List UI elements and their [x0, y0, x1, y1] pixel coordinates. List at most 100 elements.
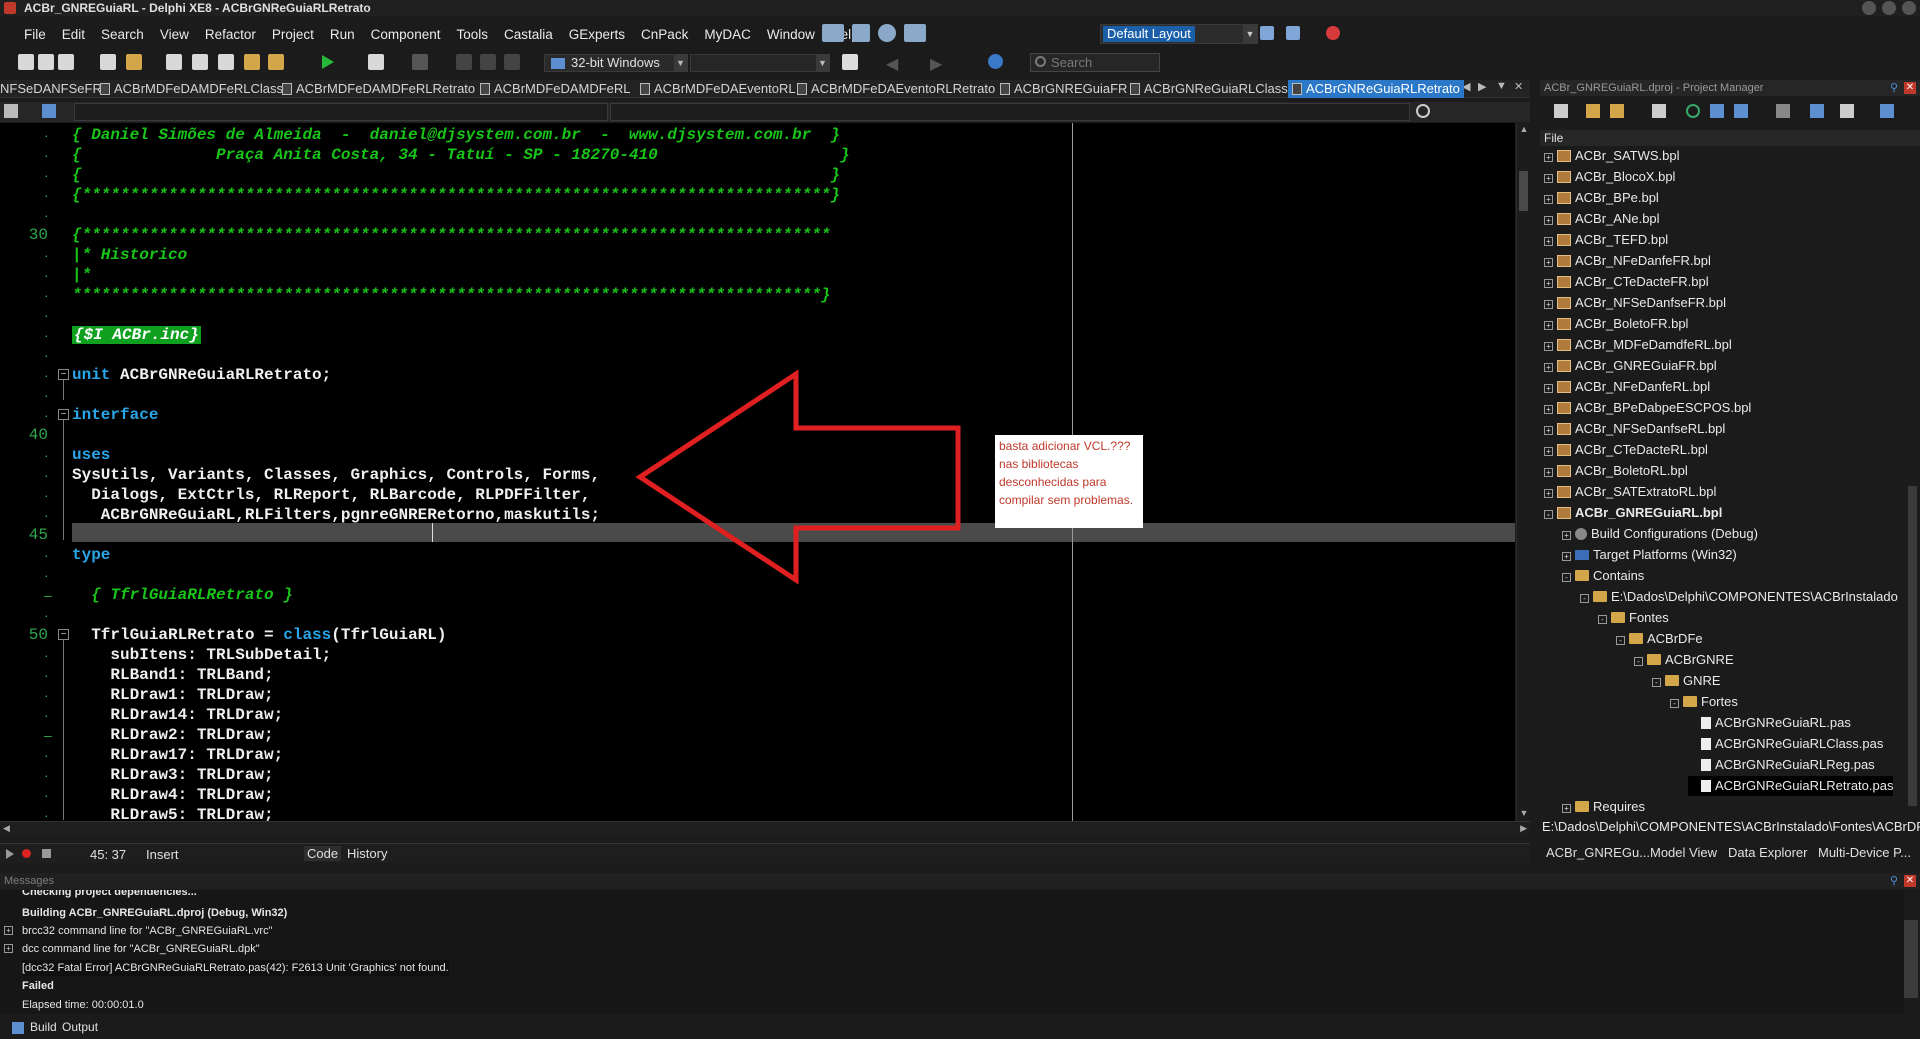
tree-node[interactable]: + ACBr_NFeDanfeFR.bpl: [1544, 251, 1711, 271]
close-tab-icon[interactable]: ✕: [1514, 80, 1523, 93]
save-all-icon[interactable]: [192, 54, 208, 70]
tab-history[interactable]: History: [344, 846, 390, 861]
expand-icon[interactable]: +: [1544, 153, 1553, 162]
tree-node[interactable]: - ACBrGNRE: [1634, 650, 1734, 670]
tree-node[interactable]: - Fontes: [1598, 608, 1669, 628]
tree-node[interactable]: + ACBr_BoletoFR.bpl: [1544, 314, 1688, 334]
project-open-icon[interactable]: [244, 54, 260, 70]
activate-icon[interactable]: [1554, 104, 1568, 118]
tree-node[interactable]: ACBrGNReGuiaRLRetrato.pas: [1688, 776, 1894, 796]
message-line[interactable]: Checking project dependencies...: [22, 890, 197, 900]
expand-icon[interactable]: +: [1544, 174, 1553, 183]
scroll-right-icon[interactable]: ▶: [1520, 823, 1527, 834]
new-form-icon[interactable]: [100, 54, 116, 70]
message-line[interactable]: Elapsed time: 00:00:01.0: [22, 997, 144, 1013]
record-macro-icon[interactable]: [22, 849, 31, 858]
collapse-icon[interactable]: -: [1598, 615, 1607, 624]
file-tab[interactable]: ACBrGNREGuiaFR: [1000, 80, 1127, 98]
tree-node[interactable]: + ACBr_NFeDanfeRL.bpl: [1544, 377, 1710, 397]
scroll-thumb[interactable]: [1908, 486, 1917, 806]
run-without-debug-icon[interactable]: [368, 54, 384, 70]
open-project-icon[interactable]: [58, 54, 74, 70]
close-icon[interactable]: ✕: [1904, 875, 1916, 887]
menu-file[interactable]: File: [16, 24, 54, 46]
run-to-cursor-icon[interactable]: [504, 54, 520, 70]
expand-icon[interactable]: +: [1562, 531, 1571, 540]
close-icon[interactable]: ✕: [1904, 82, 1916, 94]
tree-node[interactable]: - Fortes: [1670, 692, 1738, 712]
expand-icon[interactable]: +: [1562, 552, 1571, 561]
expand-icon[interactable]: +: [1544, 258, 1553, 267]
platform-config-icon[interactable]: [842, 54, 858, 70]
step-over-icon[interactable]: [456, 54, 472, 70]
menu-run[interactable]: Run: [322, 24, 363, 46]
file-tab[interactable]: ACBrGNReGuiaRLRetrato: [1288, 80, 1464, 98]
tree-node[interactable]: + ACBr_BPeDabpeESCPOS.bpl: [1544, 398, 1751, 418]
expand-icon[interactable]: +: [1544, 279, 1553, 288]
expand-icon[interactable]: +: [1544, 489, 1553, 498]
form-icon[interactable]: [218, 54, 234, 70]
file-tab[interactable]: ACBrGNReGuiaRLClass: [1130, 80, 1288, 98]
help-icon[interactable]: [878, 24, 896, 42]
expand-icon[interactable]: +: [1544, 405, 1553, 414]
layout-select[interactable]: Default Layout ▼: [1100, 24, 1258, 44]
scroll-thumb[interactable]: [1519, 171, 1528, 211]
build-icon[interactable]: [1810, 104, 1824, 118]
collapse-icon[interactable]: -: [1580, 594, 1589, 603]
tree-node[interactable]: + ACBr_ANe.bpl: [1544, 209, 1660, 229]
tab-output[interactable]: Output: [62, 1020, 98, 1034]
tree-node[interactable]: + ACBr_SATWS.bpl: [1544, 146, 1680, 166]
tree-node[interactable]: + ACBr_GNREGuiaFR.bpl: [1544, 356, 1717, 376]
menu-cnpack[interactable]: CnPack: [633, 24, 696, 46]
ide-search-input[interactable]: Search: [1030, 53, 1160, 72]
search-code-icon[interactable]: [1416, 104, 1430, 118]
help-contents-icon[interactable]: [988, 54, 1003, 69]
tree-node[interactable]: - E:\Dados\Delphi\COMPONENTES\ACBrInstala…: [1580, 587, 1898, 607]
tab-multi-device[interactable]: Multi-Device P...: [1818, 844, 1911, 862]
menu-refactor[interactable]: Refactor: [197, 24, 264, 46]
tab-project[interactable]: ACBr_GNREGu...: [1546, 844, 1650, 862]
expand-icon[interactable]: +: [1544, 195, 1553, 204]
new-items-icon[interactable]: [38, 54, 54, 70]
tree-node[interactable]: + ACBr_BlocoX.bpl: [1544, 167, 1675, 187]
tree-node[interactable]: ACBrGNReGuiaRLReg.pas: [1688, 755, 1875, 775]
expand-icon[interactable]: +: [4, 944, 13, 953]
settings-icon[interactable]: [1840, 104, 1854, 118]
collapse-icon[interactable]: -: [1670, 699, 1679, 708]
play-macro-icon[interactable]: [6, 849, 14, 859]
set-layout-icon[interactable]: [1286, 26, 1300, 40]
build-config-select[interactable]: ▼: [690, 54, 830, 72]
menu-tools[interactable]: Tools: [448, 24, 496, 46]
add-folder-icon[interactable]: [1586, 104, 1600, 118]
tab-data-explorer[interactable]: Data Explorer: [1728, 844, 1807, 862]
tree-node[interactable]: + ACBr_NFSeDanfseFR.bpl: [1544, 293, 1726, 313]
back-icon[interactable]: ◀: [886, 54, 898, 74]
email-icon[interactable]: [822, 24, 844, 42]
message-line[interactable]: + dcc command line for "ACBr_GNREGuiaRL.d…: [4, 941, 260, 957]
messages-scrollbar[interactable]: [1904, 920, 1918, 998]
tree-node[interactable]: + Requires: [1562, 797, 1645, 814]
view-icon[interactable]: [1652, 104, 1666, 118]
file-tab[interactable]: NFSeDANFSeFR: [0, 80, 102, 98]
new-file-icon[interactable]: [18, 54, 34, 70]
collapse-icon[interactable]: -: [1616, 636, 1625, 645]
menu-gexperts[interactable]: GExperts: [561, 24, 633, 46]
message-line[interactable]: [dcc32 Fatal Error] ACBrGNReGuiaRLRetrat…: [22, 960, 449, 976]
file-tab[interactable]: ACBrMDFeDAEventoRLRetrato: [797, 80, 995, 98]
maximize-button[interactable]: [1882, 1, 1896, 15]
editor-vertical-scrollbar[interactable]: ▲ ▼: [1516, 123, 1530, 821]
layout-icon[interactable]: [1880, 104, 1894, 118]
expand-icon[interactable]: +: [1544, 300, 1553, 309]
expand-icon[interactable]: +: [1544, 447, 1553, 456]
remove-file-icon[interactable]: [268, 54, 284, 70]
tab-code[interactable]: Code: [304, 846, 342, 861]
tree-node[interactable]: + ACBr_MDFeDamdfeRL.bpl: [1544, 335, 1732, 355]
menu-search[interactable]: Search: [93, 24, 152, 46]
sync-icon[interactable]: [1686, 104, 1700, 118]
collapse-icon[interactable]: -: [1544, 510, 1553, 519]
menu-window[interactable]: Window: [759, 24, 823, 46]
pause-icon[interactable]: [412, 54, 428, 70]
expand-icon[interactable]: +: [1544, 321, 1553, 330]
file-tab[interactable]: ACBrMDFeDAEventoRL: [640, 80, 796, 98]
tree-node[interactable]: + ACBr_SATExtratoRL.bpl: [1544, 482, 1716, 502]
